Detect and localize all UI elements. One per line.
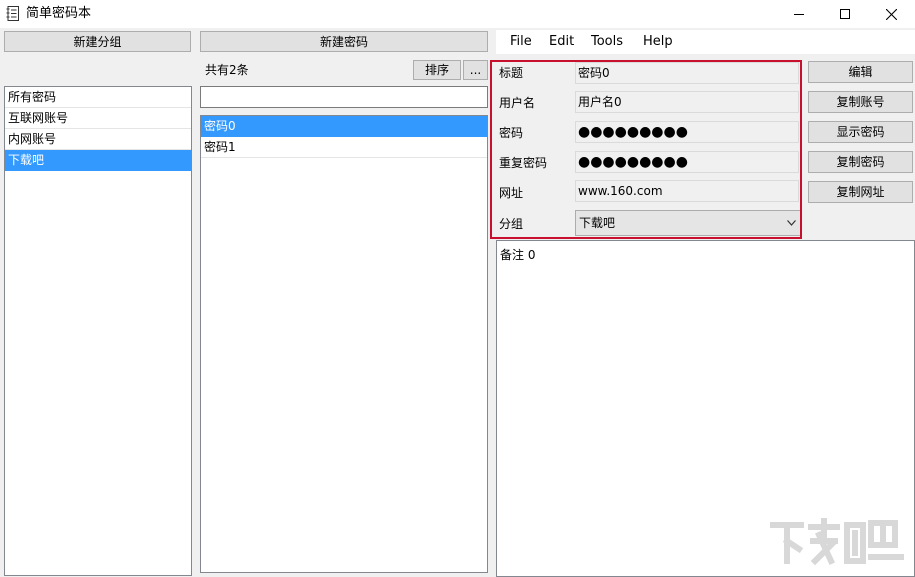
minimize-icon <box>794 14 804 15</box>
title-field[interactable]: 密码0 <box>575 62 799 84</box>
group-item-all[interactable]: 所有密码 <box>5 87 191 108</box>
username-label: 用户名 <box>499 96 536 110</box>
menu-edit[interactable]: Edit <box>549 34 574 50</box>
edit-button[interactable]: 编辑 <box>808 61 913 83</box>
repeat-password-field[interactable]: ●●●●●●●●● <box>575 151 799 173</box>
app-icon <box>6 6 20 21</box>
password-item-0[interactable]: 密码0 <box>201 116 487 137</box>
url-field[interactable]: www.160.com <box>575 180 799 202</box>
password-label: 密码 <box>499 126 524 140</box>
title-label: 标题 <box>499 66 524 80</box>
minimize-button[interactable] <box>776 0 822 28</box>
record-count: 共有2条 <box>205 63 249 77</box>
group-item-xiazaiba[interactable]: 下载吧 <box>5 150 191 171</box>
maximize-button[interactable] <box>822 0 868 28</box>
group-item-intranet[interactable]: 内网账号 <box>5 129 191 150</box>
window-title: 简单密码本 <box>26 6 92 21</box>
group-label: 分组 <box>499 217 524 231</box>
copy-password-button[interactable]: 复制密码 <box>808 151 913 173</box>
menu-help[interactable]: Help <box>643 34 673 50</box>
password-field[interactable]: ●●●●●●●●● <box>575 121 799 143</box>
group-select[interactable]: 下载吧 <box>575 210 801 236</box>
sort-button[interactable]: 排序 <box>413 60 461 80</box>
notes-text: 备注 0 <box>500 248 536 262</box>
menu-file[interactable]: File <box>510 34 532 50</box>
copy-url-button[interactable]: 复制网址 <box>808 181 913 203</box>
show-password-button[interactable]: 显示密码 <box>808 121 913 143</box>
more-button[interactable]: ... <box>463 60 488 80</box>
group-item-internet[interactable]: 互联网账号 <box>5 108 191 129</box>
url-label: 网址 <box>499 186 524 200</box>
close-button[interactable] <box>868 0 914 28</box>
maximize-icon <box>840 9 850 19</box>
group-select-value: 下载吧 <box>579 216 616 230</box>
password-list: 密码0 密码1 <box>200 115 488 573</box>
group-list: 所有密码 互联网账号 内网账号 下载吧 <box>4 86 192 576</box>
search-input[interactable] <box>200 86 488 108</box>
username-field[interactable]: 用户名0 <box>575 91 799 113</box>
close-icon <box>885 8 897 20</box>
new-password-button[interactable]: 新建密码 <box>200 31 488 52</box>
menu-tools[interactable]: Tools <box>591 34 623 50</box>
chevron-down-icon <box>787 220 796 226</box>
watermark-logo <box>767 513 907 573</box>
copy-account-button[interactable]: 复制账号 <box>808 91 913 113</box>
password-item-1[interactable]: 密码1 <box>201 137 487 158</box>
repeat-password-label: 重复密码 <box>499 156 548 170</box>
new-group-button[interactable]: 新建分组 <box>4 31 191 52</box>
